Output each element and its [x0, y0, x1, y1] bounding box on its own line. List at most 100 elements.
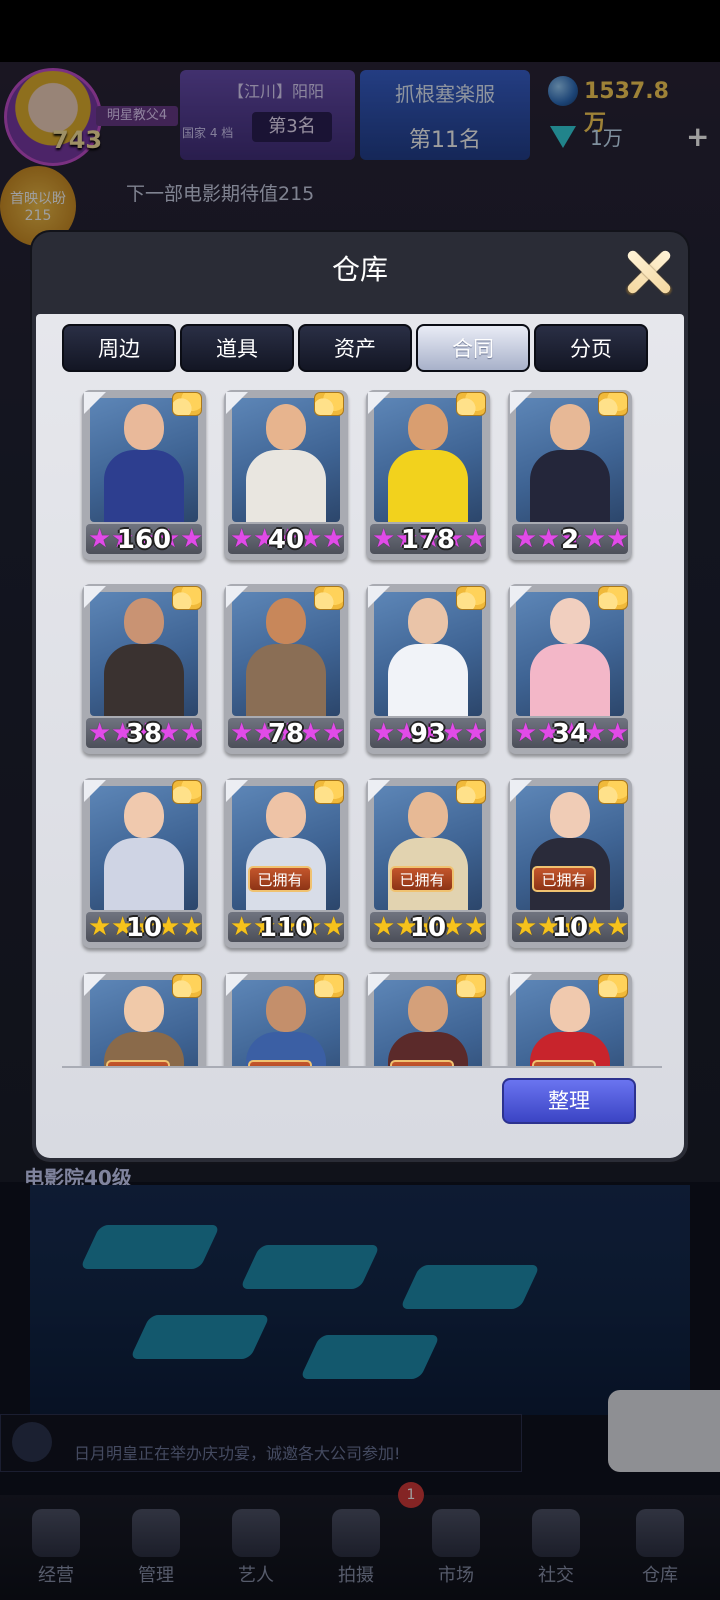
- card-count: 93: [409, 719, 447, 748]
- contract-card-grid[interactable]: ★ ★ ★ ★ ★ 160 ★ ★ ★ ★ ★ 40 ★ ★ ★ ★ ★ 178 ★ ★ ★ ★ ★ 2 ★ ★ ★ ★ ★ 38 ★ ★ ★ ★…: [40, 376, 680, 1066]
- tab-pagination[interactable]: 分页: [534, 324, 648, 372]
- contract-card[interactable]: ★ ★ ★ ★ ★ 2: [508, 390, 632, 560]
- contract-card[interactable]: 已拥有 ★ ★ ★ ★ ★ 10: [366, 778, 490, 948]
- contract-card[interactable]: 已拥有★★★★★: [224, 972, 348, 1066]
- puzzle-piece-icon: [456, 586, 486, 610]
- page-curl-icon: [510, 974, 532, 996]
- puzzle-piece-icon: [314, 392, 344, 416]
- card-count: 38: [125, 719, 163, 748]
- page-curl-icon: [368, 780, 390, 802]
- artist-figure-head: [408, 792, 448, 838]
- card-count: 34: [551, 719, 589, 748]
- puzzle-piece-icon: [314, 586, 344, 610]
- artist-portrait: [90, 786, 198, 910]
- close-button[interactable]: [622, 246, 674, 298]
- modal-body: 周边 道具 资产 合同 分页 ★ ★ ★ ★ ★ 160 ★ ★ ★ ★ ★ 40 ★ ★ ★ ★ ★ 178 ★ ★…: [36, 314, 684, 1158]
- contract-card[interactable]: 已拥有★★★★★: [508, 972, 632, 1066]
- puzzle-piece-icon: [598, 780, 628, 804]
- grid-divider: [62, 1066, 662, 1068]
- puzzle-piece-icon: [172, 974, 202, 998]
- artist-figure-head: [550, 598, 590, 644]
- contract-card[interactable]: ★ ★ ★ ★ ★ 38: [82, 584, 206, 754]
- owned-badge: 已拥有: [390, 866, 454, 892]
- card-count: 10: [551, 913, 589, 942]
- contract-card[interactable]: ★ ★ ★ ★ ★ 34: [508, 584, 632, 754]
- star-rating: ★ ★ ★ ★ ★ 34: [512, 718, 628, 748]
- artist-figure-body: [104, 450, 184, 522]
- owned-badge: 已拥有: [248, 866, 312, 892]
- artist-figure-head: [266, 792, 306, 838]
- card-count: 40: [267, 525, 305, 554]
- artist-portrait: [516, 398, 624, 522]
- page-curl-icon: [84, 780, 106, 802]
- contract-card[interactable]: 已拥有★★★★★: [366, 972, 490, 1066]
- contract-card[interactable]: ★ ★ ★ ★ ★ 178: [366, 390, 490, 560]
- artist-figure-body: [530, 644, 610, 716]
- star-rating: ★ ★ ★ ★ ★ 40: [228, 524, 344, 554]
- contract-card[interactable]: ★ ★ ★ ★ ★ 93: [366, 584, 490, 754]
- card-count: 10: [409, 913, 447, 942]
- page-curl-icon: [226, 780, 248, 802]
- star-rating: ★ ★ ★ ★ ★ 38: [86, 718, 202, 748]
- contract-card[interactable]: ★ ★ ★ ★ ★ 10: [82, 778, 206, 948]
- page-curl-icon: [368, 586, 390, 608]
- status-bar: [0, 0, 720, 62]
- star-rating: ★ ★ ★ ★ ★ 160: [86, 524, 202, 554]
- modal-title: 仓库: [331, 253, 388, 286]
- page-curl-icon: [510, 780, 532, 802]
- page-curl-icon: [84, 586, 106, 608]
- artist-figure-head: [124, 404, 164, 450]
- card-count: 160: [116, 525, 172, 554]
- puzzle-piece-icon: [598, 392, 628, 416]
- artist-figure-body: [246, 450, 326, 522]
- artist-figure-head: [550, 986, 590, 1032]
- tab-contracts[interactable]: 合同: [416, 324, 530, 372]
- card-count: 178: [400, 525, 456, 554]
- star-rating: ★ ★ ★ ★ ★ 10: [370, 912, 486, 942]
- artist-figure-body: [104, 644, 184, 716]
- artist-figure-head: [408, 404, 448, 450]
- page-curl-icon: [510, 586, 532, 608]
- puzzle-piece-icon: [456, 392, 486, 416]
- page-curl-icon: [368, 392, 390, 414]
- artist-figure-body: [246, 644, 326, 716]
- star-rating: ★ ★ ★ ★ ★ 178: [370, 524, 486, 554]
- contract-card[interactable]: ★ ★ ★ ★ ★ 160: [82, 390, 206, 560]
- artist-figure-head: [124, 598, 164, 644]
- contract-card[interactable]: ★ ★ ★ ★ ★ 40: [224, 390, 348, 560]
- tab-props[interactable]: 道具: [180, 324, 294, 372]
- puzzle-piece-icon: [172, 780, 202, 804]
- artist-portrait: [90, 592, 198, 716]
- contract-card[interactable]: 已拥有 ★ ★ ★ ★ ★ 110: [224, 778, 348, 948]
- artist-figure-head: [124, 986, 164, 1032]
- contract-card[interactable]: 已拥有★★★★★: [82, 972, 206, 1066]
- star-rating: ★ ★ ★ ★ ★ 2: [512, 524, 628, 554]
- artist-figure-head: [408, 986, 448, 1032]
- star-rating: ★ ★ ★ ★ ★ 78: [228, 718, 344, 748]
- star-rating: ★ ★ ★ ★ ★ 10: [512, 912, 628, 942]
- artist-figure-head: [266, 598, 306, 644]
- puzzle-piece-icon: [598, 586, 628, 610]
- puzzle-piece-icon: [172, 392, 202, 416]
- artist-portrait: [374, 592, 482, 716]
- page-curl-icon: [368, 974, 390, 996]
- contract-card[interactable]: 已拥有 ★ ★ ★ ★ ★ 10: [508, 778, 632, 948]
- puzzle-piece-icon: [172, 586, 202, 610]
- card-count: 2: [560, 525, 580, 554]
- owned-badge: 已拥有: [532, 866, 596, 892]
- sort-button[interactable]: 整理: [502, 1078, 636, 1124]
- star-rating: ★ ★ ★ ★ ★ 10: [86, 912, 202, 942]
- artist-figure-body: [104, 838, 184, 910]
- puzzle-piece-icon: [314, 974, 344, 998]
- artist-figure-body: [530, 450, 610, 522]
- warehouse-modal: 仓库 周边 道具 资产 合同 分页 ★ ★ ★ ★ ★ 160 ★ ★ ★ ★ ★ 40 ★ ★ ★ ★ ★ 17…: [32, 232, 688, 1162]
- tab-assets[interactable]: 资产: [298, 324, 412, 372]
- tab-peripherals[interactable]: 周边: [62, 324, 176, 372]
- artist-figure-head: [124, 792, 164, 838]
- star-rating: ★ ★ ★ ★ ★ 93: [370, 718, 486, 748]
- contract-card[interactable]: ★ ★ ★ ★ ★ 78: [224, 584, 348, 754]
- card-count: 110: [258, 913, 314, 942]
- artist-figure-body: [388, 644, 468, 716]
- artist-portrait: [232, 592, 340, 716]
- page-curl-icon: [226, 974, 248, 996]
